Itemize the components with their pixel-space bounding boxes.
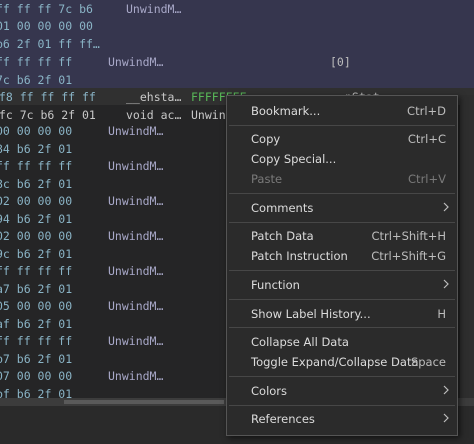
menu-item-label: Colors [251,384,288,398]
menu-separator [229,193,455,194]
menu-item-patch-data[interactable]: Patch Data Ctrl+Shift+H [227,226,457,246]
menu-item-references[interactable]: References [227,409,457,429]
row-bytes: 9c b6 2f 01 [0,247,73,261]
menu-item-label: Copy Special... [251,152,337,166]
menu-item-function[interactable]: Function [227,275,457,295]
menu-separator [229,376,455,377]
row-label: UnwindM… [126,2,182,16]
row-label: UnwindM… [108,369,164,383]
row-bytes: ff ff ff ff [0,264,73,278]
menu-item-shortcut: Space [410,355,446,369]
submenu-arrow-icon [443,279,449,289]
menu-separator [229,125,455,126]
menu-item-label: Function [251,278,300,292]
menu-item-bookmark[interactable]: Bookmark... Ctrl+D [227,101,457,121]
row-bytes: 07 00 00 00 [0,369,73,383]
listing-row[interactable]: 01 00 00 00 00 [0,17,474,35]
row-bytes: ff ff ff ff [0,55,73,69]
row-bytes: af b6 2f 01 [0,317,73,331]
row-label: UnwindM… [108,229,164,243]
row-bytes: 01 00 00 00 00 [0,19,93,33]
vertical-scrollbar[interactable] [460,95,474,398]
menu-item-label: Bookmark... [251,104,321,118]
row-label: UnwindM… [108,194,164,208]
menu-item-label: Paste [251,172,283,186]
menu-item-label: Comments [251,201,314,215]
menu-item-paste: Paste Ctrl+V [227,169,457,189]
row-bytes: 02 00 00 00 [0,194,73,208]
menu-item-copy[interactable]: Copy Ctrl+C [227,129,457,149]
submenu-arrow-icon [443,385,449,395]
row-bytes: ff ff ff 7c b6 [0,2,93,16]
menu-item-label: Patch Instruction [251,249,348,263]
row-label: UnwindM… [108,264,164,278]
row-label: UnwindM… [108,334,164,348]
menu-item-shortcut: Ctrl+C [407,132,446,146]
menu-separator [229,222,455,223]
row-bytes: 05 00 00 00 [0,299,73,313]
row-bytes: a7 b6 2f 01 [0,282,73,296]
row-label: __ehsta… [126,90,182,104]
row-label: UnwindM… [108,55,164,69]
menu-item-shortcut: Ctrl+Shift+G [371,249,446,263]
row-bytes: b6 2f 01 ff ff… [0,37,100,51]
row-bytes: 94 b6 2f 01 [0,212,73,226]
row-bytes: ff ff ff ff [0,334,73,348]
row-label: UnwindM… [108,299,164,313]
menu-item-patch-instruction[interactable]: Patch Instruction Ctrl+Shift+G [227,246,457,266]
row-bytes: b7 b6 2f 01 [0,352,73,366]
scrollbar-thumb[interactable] [64,400,224,404]
menu-item-toggle-expand-collapse[interactable]: Toggle Expand/Collapse Data Space [227,352,457,372]
menu-item-shortcut: Ctrl+Shift+H [371,229,446,243]
menu-item-label: References [251,412,315,426]
menu-item-label: Patch Data [251,229,314,243]
listing-row[interactable]: ff ff ff ff UnwindM… [0] [0,53,474,71]
row-bytes: 00 00 00 00 [0,124,73,138]
row-bytes: cf8 ff ff ff ff [0,90,96,104]
menu-item-shortcut: Ctrl+V [408,172,446,186]
row-bytes: ff ff ff ff [0,159,73,173]
menu-separator [229,299,455,300]
menu-item-comments[interactable]: Comments [227,198,457,218]
menu-separator [229,270,455,271]
listing-row[interactable]: b6 2f 01 ff ff… [0,35,474,53]
row-bytes: 7c b6 2f 01 [0,73,73,87]
context-menu: Bookmark... Ctrl+D Copy Ctrl+C Copy Spec… [226,95,458,436]
menu-item-colors[interactable]: Colors [227,381,457,401]
menu-item-collapse-all-data[interactable]: Collapse All Data [227,332,457,352]
menu-item-shortcut: Ctrl+D [407,104,446,118]
row-label: UnwindM… [108,124,164,138]
menu-item-show-label-history[interactable]: Show Label History... H [227,304,457,324]
menu-item-copy-special[interactable]: Copy Special... [227,149,457,169]
submenu-arrow-icon [443,413,449,423]
row-bytes: 8c b6 2f 01 [0,177,73,191]
row-bytes: 84 b6 2f 01 [0,142,73,156]
menu-item-shortcut: H [437,307,446,321]
listing-row[interactable]: 7c b6 2f 01 [0,71,474,89]
row-label: UnwindM… [108,159,164,173]
menu-item-label: Show Label History... [251,307,371,321]
row-index: [0] [330,55,351,69]
menu-item-label: Toggle Expand/Collapse Data [251,355,419,369]
submenu-arrow-icon [443,202,449,212]
menu-item-label: Copy [251,132,281,146]
menu-separator [229,405,455,406]
menu-item-label: Collapse All Data [251,335,349,349]
row-bytes: 02 00 00 00 [0,229,73,243]
listing-row[interactable]: ff ff ff 7c b6 UnwindM… [0,0,474,18]
menu-separator [229,327,455,328]
